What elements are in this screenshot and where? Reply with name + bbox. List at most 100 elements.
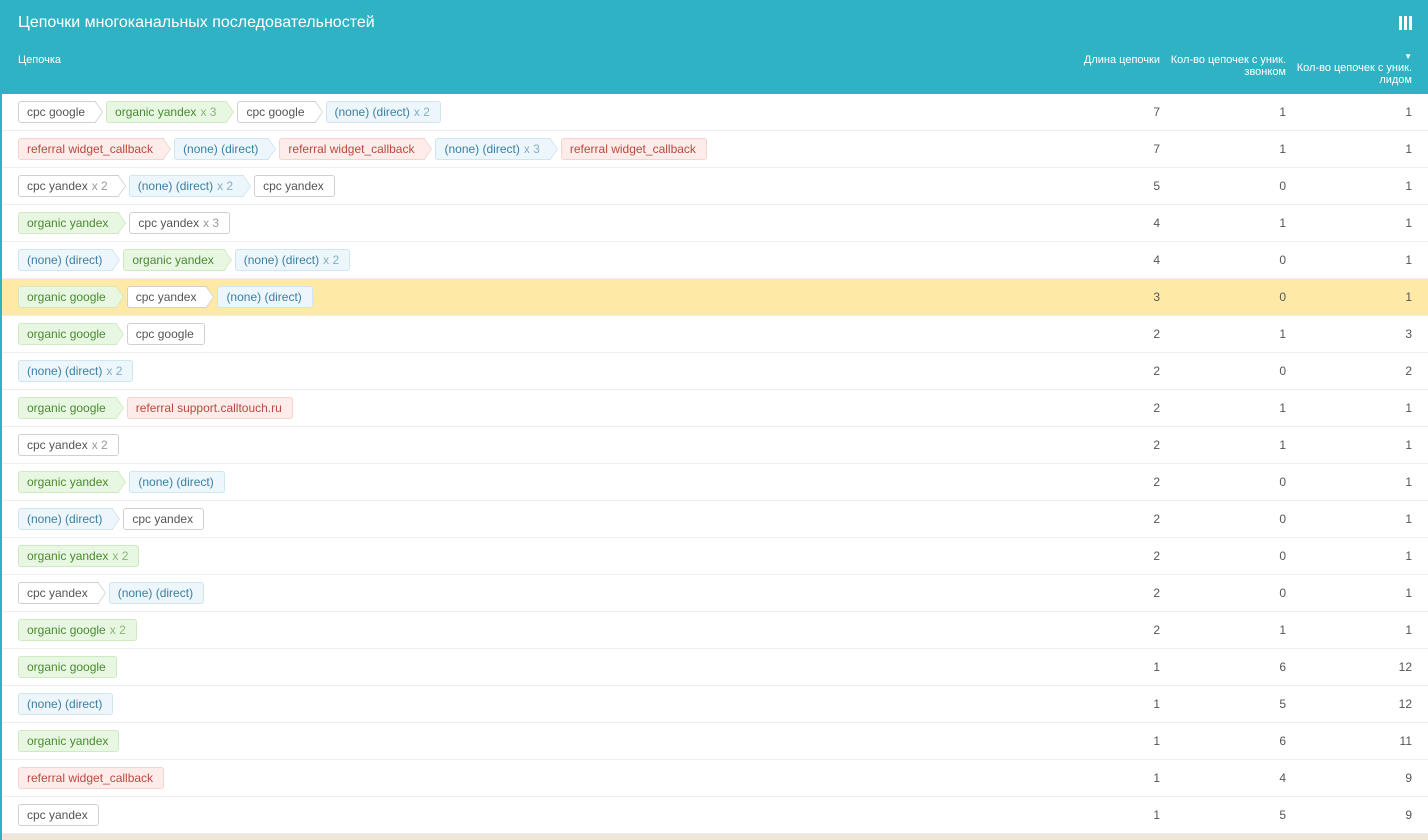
col-leads: 3 — [1286, 327, 1412, 341]
chain-tag[interactable]: referral widget_callback — [18, 138, 164, 160]
table-row[interactable]: organic google1612 — [2, 649, 1428, 686]
col-length: 2 — [1034, 327, 1160, 341]
chain-cell: organic yandex — [18, 728, 1034, 754]
chain-cell: referral widget_callback — [18, 765, 1034, 791]
chain-tag[interactable]: referral widget_callback — [561, 138, 707, 160]
table-row[interactable]: (none) (direct)1512 — [2, 686, 1428, 723]
table-row[interactable]: organic yandex(none) (direct)201 — [2, 464, 1428, 501]
table-body: cpc googleorganic yandexx 3cpc google(no… — [2, 94, 1428, 834]
chain-tag[interactable]: organic yandex — [18, 212, 119, 234]
col-length: 2 — [1034, 512, 1160, 526]
table-row[interactable]: referral widget_callback149 — [2, 760, 1428, 797]
chain-tag[interactable]: (none) (direct) — [174, 138, 269, 160]
col-length: 4 — [1034, 253, 1160, 267]
table-row[interactable]: (none) (direct)cpc yandex201 — [2, 501, 1428, 538]
chain-tag[interactable]: organic yandexx 2 — [18, 545, 139, 567]
chain-tag[interactable]: organic yandexx 3 — [106, 101, 227, 123]
chain-tag[interactable]: organic googlex 2 — [18, 619, 137, 641]
chain-tag[interactable]: (none) (direct) — [109, 582, 204, 604]
chain-tag[interactable]: (none) (direct)x 3 — [435, 138, 550, 160]
chain-tag[interactable]: referral widget_callback — [279, 138, 425, 160]
table-row[interactable]: cpc yandex(none) (direct)201 — [2, 575, 1428, 612]
chain-tag[interactable]: cpc google — [237, 101, 315, 123]
table-row[interactable]: organic yandexcpc yandexx 3411 — [2, 205, 1428, 242]
col-leads: 9 — [1286, 808, 1412, 822]
table-row[interactable]: cpc google organic yandexx 3 cpc google (no… — [2, 94, 1428, 131]
col-calls: 0 — [1160, 290, 1286, 304]
chain-tag[interactable]: cpc yandex — [254, 175, 335, 197]
table-row[interactable]: (none) (direct) organic yandex (none) (dir… — [2, 242, 1428, 279]
col-leads: 1 — [1286, 438, 1412, 452]
col-length: 5 — [1034, 179, 1160, 193]
chain-tag[interactable]: (none) (direct)x 2 — [18, 360, 133, 382]
col-length: 2 — [1034, 364, 1160, 378]
chain-cell: organic google cpc yandex (none) (direct) — [18, 284, 1034, 310]
table-row[interactable]: cpc yandexx 2 (none) (direct)x 2 cpc yande… — [2, 168, 1428, 205]
table-row[interactable]: (none) (direct)x 2202 — [2, 353, 1428, 390]
chain-tag[interactable]: cpc yandex — [123, 508, 204, 530]
table-row[interactable]: organic googlecpc yandex(none) (direct)3… — [2, 279, 1428, 316]
chain-tag[interactable]: referral support.calltouch.ru — [127, 397, 293, 419]
table-row[interactable]: referral widget_callback (none) (direct) r… — [2, 131, 1428, 168]
chain-tag[interactable]: cpc yandex — [18, 804, 99, 826]
chain-tag[interactable]: (none) (direct) — [18, 693, 113, 715]
chain-tag[interactable]: organic google — [18, 656, 117, 678]
chain-tag-multiplier: x 3 — [524, 142, 540, 156]
table-row[interactable]: organic yandex1611 — [2, 723, 1428, 760]
chain-cell: referral widget_callback (none) (direct) r… — [18, 136, 1034, 162]
table-row[interactable]: organic google cpc google 213 — [2, 316, 1428, 353]
col-leads: 1 — [1286, 105, 1412, 119]
col-calls: 1 — [1160, 327, 1286, 341]
col-calls: 1 — [1160, 438, 1286, 452]
col-leads: 1 — [1286, 253, 1412, 267]
chain-tag[interactable]: organic google — [18, 286, 117, 308]
chain-tag[interactable]: (none) (direct)x 2 — [326, 101, 441, 123]
chain-tag[interactable]: (none) (direct) — [18, 249, 113, 271]
chain-tag[interactable]: cpc yandexx 2 — [18, 175, 119, 197]
chain-tag[interactable]: cpc yandexx 2 — [18, 434, 119, 456]
chain-cell: (none) (direct) cpc yandex — [18, 506, 1034, 532]
chain-cell: cpc yandexx 2 — [18, 432, 1034, 458]
table-row[interactable]: organic googlex 2211 — [2, 612, 1428, 649]
table-row[interactable]: cpc yandexx 2211 — [2, 427, 1428, 464]
chain-tag[interactable]: organic google — [18, 323, 117, 345]
chain-cell: (none) (direct) organic yandex (none) (dir… — [18, 247, 1034, 273]
col-header-chain[interactable]: Цепочка — [18, 54, 1034, 86]
chain-tag[interactable]: organic yandex — [18, 730, 119, 752]
chain-tag[interactable]: organic yandex — [123, 249, 224, 271]
chain-tag[interactable]: (none) (direct)x 2 — [235, 249, 350, 271]
col-length: 2 — [1034, 586, 1160, 600]
col-calls: 0 — [1160, 512, 1286, 526]
col-length: 7 — [1034, 105, 1160, 119]
chain-cell: cpc yandex (none) (direct) — [18, 580, 1034, 606]
columns-icon[interactable] — [1399, 16, 1412, 30]
col-header-leads[interactable]: ▼ Кол-во цепочек с уник. лидом — [1286, 54, 1412, 86]
col-length: 1 — [1034, 697, 1160, 711]
chain-tag[interactable]: cpc yandex — [127, 286, 208, 308]
chain-tag[interactable]: cpc google — [18, 101, 96, 123]
chain-tag[interactable]: (none) (direct) — [129, 471, 224, 493]
col-leads: 12 — [1286, 660, 1412, 674]
chain-tag[interactable]: referral widget_callback — [18, 767, 164, 789]
chain-cell: organic yandex cpc yandexx 3 — [18, 210, 1034, 236]
chain-tag[interactable]: organic yandex — [18, 471, 119, 493]
col-header-length[interactable]: Длина цепочки — [1034, 54, 1160, 86]
col-leads: 1 — [1286, 179, 1412, 193]
chain-tag[interactable]: organic google — [18, 397, 117, 419]
table-row[interactable]: organic google referral support.calltouch… — [2, 390, 1428, 427]
col-calls: 1 — [1160, 623, 1286, 637]
chain-tag[interactable]: cpc google — [127, 323, 205, 345]
chain-tag[interactable]: (none) (direct) — [18, 508, 113, 530]
col-leads: 2 — [1286, 364, 1412, 378]
chain-tag[interactable]: cpc yandexx 3 — [129, 212, 230, 234]
chain-tag[interactable]: (none) (direct) — [217, 286, 312, 308]
table-row[interactable]: cpc yandex159 — [2, 797, 1428, 834]
col-header-calls[interactable]: Кол-во цепочек с уник. звонком — [1160, 54, 1286, 86]
chain-cell: cpc yandexx 2 (none) (direct)x 2 cpc yande… — [18, 173, 1034, 199]
table-row[interactable]: organic yandexx 2201 — [2, 538, 1428, 575]
chain-tag[interactable]: (none) (direct)x 2 — [129, 175, 244, 197]
chain-tag[interactable]: cpc yandex — [18, 582, 99, 604]
col-calls: 5 — [1160, 697, 1286, 711]
chain-tag-multiplier: x 3 — [203, 216, 219, 230]
chain-cell: organic google referral support.calltouch… — [18, 395, 1034, 421]
